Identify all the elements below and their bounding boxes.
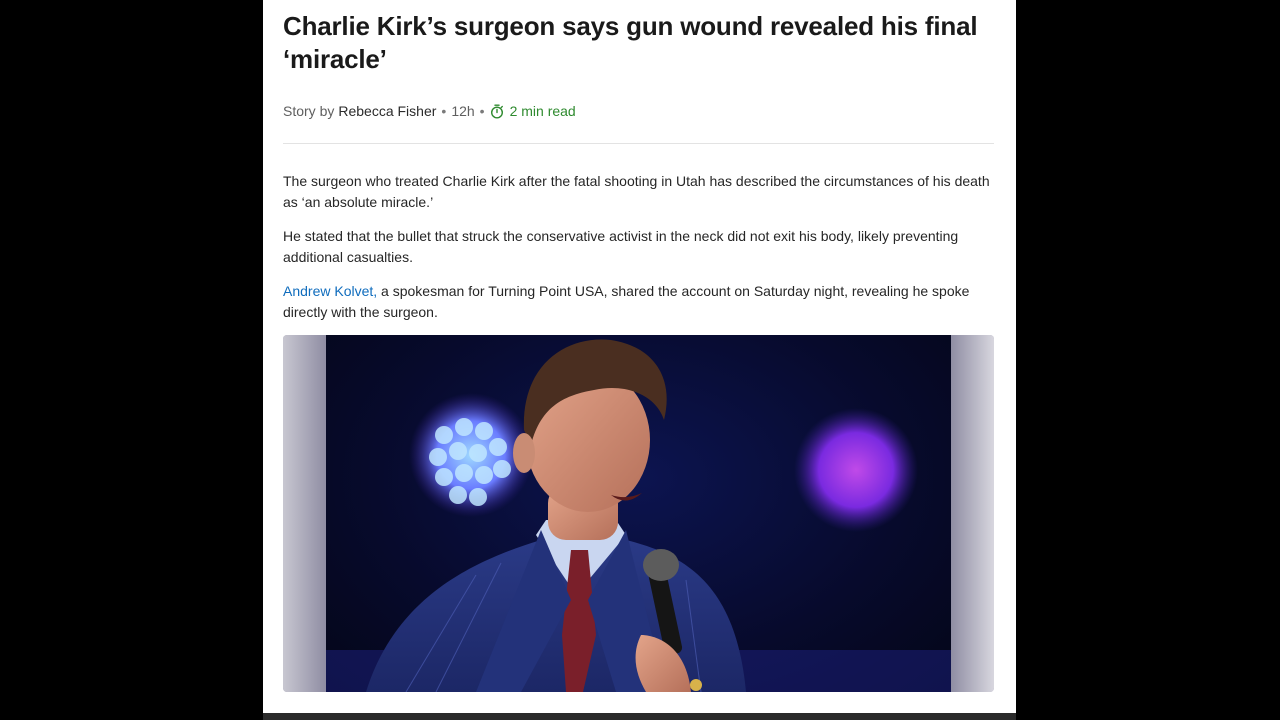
article-title: Charlie Kirk’s surgeon says gun wound re… bbox=[283, 11, 978, 74]
byline-separator-2: • bbox=[479, 103, 485, 119]
image-blur-right bbox=[951, 335, 994, 692]
article-image[interactable] bbox=[283, 335, 994, 692]
author-link-andrew-kolvet[interactable]: Andrew Kolvet, bbox=[283, 283, 377, 299]
image-blur-left bbox=[283, 335, 326, 692]
speaker-illustration bbox=[326, 339, 951, 692]
stopwatch-icon bbox=[490, 104, 503, 119]
byline-author[interactable]: Rebecca Fisher bbox=[338, 103, 436, 119]
header-divider bbox=[283, 143, 994, 144]
article-page: Charlie Kirk’s surgeon says gun wound re… bbox=[263, 0, 1016, 713]
read-time-label: 2 min read bbox=[509, 103, 576, 119]
byline-separator: • bbox=[441, 103, 447, 119]
byline-age: 12h bbox=[451, 103, 475, 119]
page-bottom-strip bbox=[263, 713, 1016, 720]
byline-prefix: Story by bbox=[283, 103, 335, 119]
article-paragraph-3: Andrew Kolvet, a spokesman for Turning P… bbox=[283, 281, 999, 323]
article-paragraph-1: The surgeon who treated Charlie Kirk aft… bbox=[283, 173, 990, 210]
read-time: 2 min read bbox=[490, 103, 576, 119]
speaker-photo bbox=[326, 335, 951, 692]
article-byline: Story by Rebecca Fisher • 12h • 2 min re… bbox=[283, 101, 576, 121]
article-paragraph-2: He stated that the bullet that struck th… bbox=[283, 228, 959, 265]
paragraph-3-text: a spokesman for Turning Point USA, share… bbox=[283, 283, 970, 320]
